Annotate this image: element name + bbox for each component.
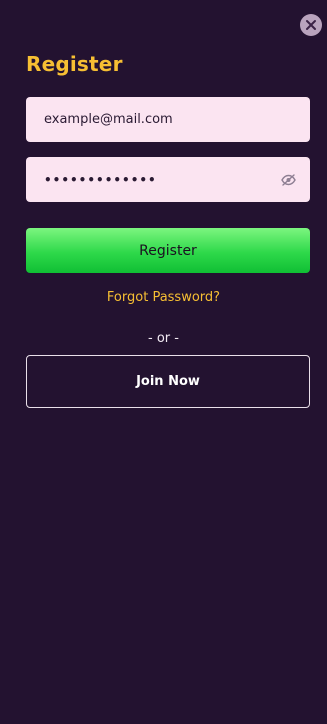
password-field-container: ••••••••••••• [26,157,310,202]
or-divider: - or - [148,331,179,346]
email-field[interactable] [44,97,292,142]
register-button[interactable]: Register [26,228,310,273]
eye-slash-icon[interactable] [280,172,296,188]
join-now-button[interactable]: Join Now [26,355,310,408]
email-field-container [26,97,310,142]
password-field[interactable]: ••••••••••••• [44,173,280,187]
close-button[interactable] [300,14,322,36]
page-title: Register [26,52,123,76]
forgot-password-link[interactable]: Forgot Password? [0,290,327,305]
close-icon [306,20,316,30]
